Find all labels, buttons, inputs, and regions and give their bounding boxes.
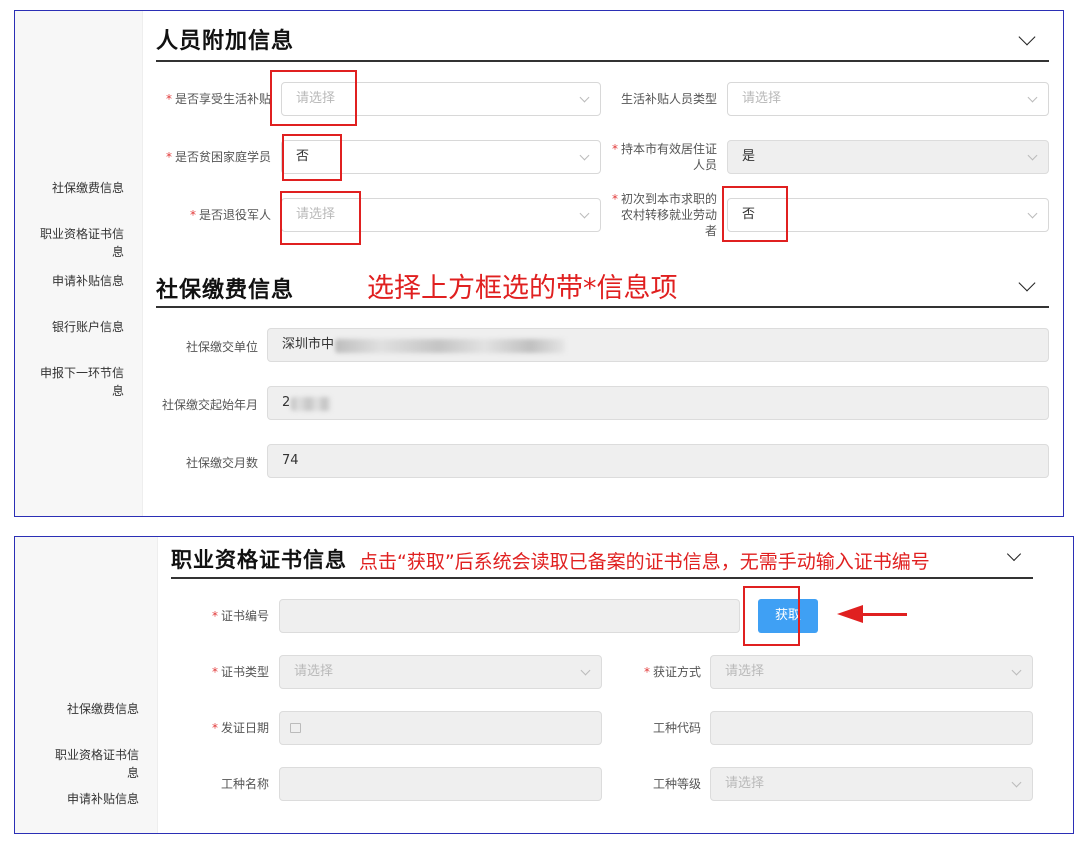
highlight-box (722, 186, 788, 242)
sidebar-item-subsidy[interactable]: 申请补贴信息 (67, 790, 139, 808)
collapse-chevron-icon[interactable] (1018, 274, 1036, 292)
label-poor-family: * 是否贫困家庭学员 (165, 150, 271, 164)
collapse-chevron-icon[interactable] (1018, 28, 1036, 46)
section-title-social-security: 社保缴费信息 (156, 278, 295, 303)
obtain-method-select: 请选择 (710, 655, 1033, 689)
redacted-blur (291, 397, 331, 411)
job-level-select: 请选择 (710, 767, 1033, 801)
section-title-certificate: 职业资格证书信息 (171, 548, 347, 572)
chevron-down-icon (1011, 665, 1022, 676)
section-divider (171, 577, 1033, 579)
sidebar-item-social-security[interactable]: 社保缴费信息 (52, 179, 124, 197)
label-ss-start: 社保缴交起始年月 (161, 398, 258, 412)
label-subsidy-type: 生活补贴人员类型 (620, 92, 717, 106)
sidebar-nav: 社保缴费信息 职业资格证书信 息 申请补贴信息 银行账户信息 申报下一环节信 息 (15, 11, 143, 516)
sidebar-nav: 社保缴费信息 职业资格证书信 息 申请补贴信息 (15, 537, 158, 833)
redacted-blur (335, 339, 565, 353)
label-residence-permit: * 持本市有效居住证 人员 (611, 142, 717, 172)
chevron-down-icon (579, 150, 590, 161)
chevron-down-icon (1027, 92, 1038, 103)
label-job-name: 工种名称 (220, 777, 269, 791)
cert-type-select: 请选择 (279, 655, 602, 689)
ss-months-field: 74 (267, 444, 1049, 478)
chevron-down-icon (579, 92, 590, 103)
annotation-text: 点击“获取”后系统会读取已备案的证书信息，无需手动输入证书编号 (359, 551, 930, 573)
label-job-code: 工种代码 (652, 721, 701, 735)
issue-date-picker (279, 711, 602, 745)
highlight-box (270, 70, 357, 126)
label-cert-no: * 证书编号 (211, 609, 269, 623)
calendar-icon (290, 723, 301, 733)
sidebar-item-certificate[interactable]: 职业资格证书信 息 (55, 746, 139, 782)
highlight-box (282, 134, 342, 181)
section-title-additional-info: 人员附加信息 (156, 29, 295, 54)
arrow-head-icon (837, 605, 863, 623)
sidebar-item-subsidy[interactable]: 申请补贴信息 (52, 272, 124, 290)
job-name-field (279, 767, 602, 801)
label-issue-date: * 发证日期 (211, 721, 269, 735)
chevron-down-icon (1027, 150, 1038, 161)
label-job-level: 工种等级 (652, 777, 701, 791)
certificate-panel: 社保缴费信息 职业资格证书信 息 申请补贴信息 职业资格证书信息 点击“获取”后… (14, 536, 1074, 834)
chevron-down-icon (1027, 208, 1038, 219)
section-divider (156, 306, 1049, 308)
label-cert-type: * 证书类型 (211, 665, 269, 679)
sidebar-item-social-security[interactable]: 社保缴费信息 (67, 700, 139, 718)
label-obtain-method: * 获证方式 (643, 665, 701, 679)
personal-info-panel: 社保缴费信息 职业资格证书信 息 申请补贴信息 银行账户信息 申报下一环节信 息… (14, 10, 1064, 517)
highlight-box (743, 586, 800, 646)
residence-permit-select: 是 (727, 140, 1049, 174)
sidebar-item-bank-account[interactable]: 银行账户信息 (52, 318, 124, 336)
sidebar-item-certificate[interactable]: 职业资格证书信 息 (40, 225, 124, 261)
cert-no-field (279, 599, 740, 633)
job-code-field (710, 711, 1033, 745)
annotation-text: 选择上方框选的带*信息项 (367, 273, 678, 304)
sidebar-item-next-step[interactable]: 申报下一环节信 息 (40, 364, 124, 400)
label-rural-worker: * 初次到本市求职的 农村转移就业劳动 者 (611, 192, 717, 238)
chevron-down-icon (1011, 777, 1022, 788)
section-divider (156, 60, 1049, 62)
highlight-box (280, 191, 361, 245)
label-ss-months: 社保缴交月数 (185, 456, 258, 470)
arrow-icon (861, 613, 907, 616)
collapse-chevron-icon[interactable] (1006, 546, 1022, 562)
label-veteran: * 是否退役军人 (189, 208, 271, 222)
subsidy-type-select[interactable]: 请选择 (727, 82, 1049, 116)
label-living-subsidy: * 是否享受生活补贴 (165, 92, 271, 106)
chevron-down-icon (580, 665, 591, 676)
ss-start-field: 2 (267, 386, 1049, 420)
chevron-down-icon (579, 208, 590, 219)
label-ss-unit: 社保缴交单位 (185, 340, 258, 354)
